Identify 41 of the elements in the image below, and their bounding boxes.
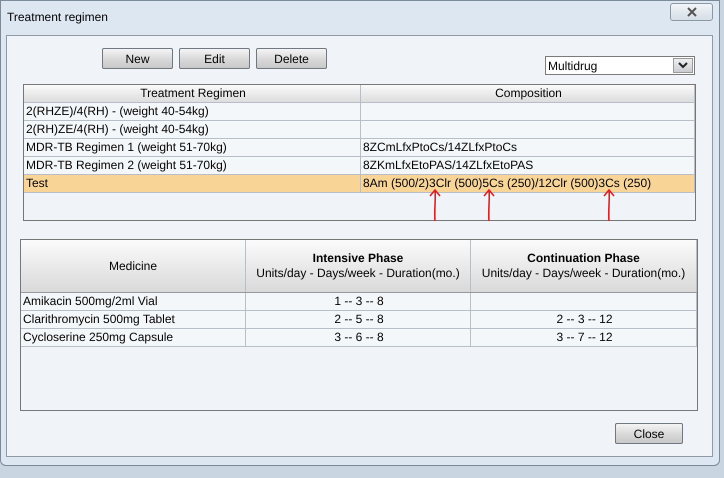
- table-cell: Test: [26, 176, 48, 190]
- table-cell: Amikacin 500mg/2ml Vial: [23, 294, 158, 308]
- window-title: Treatment regimen: [7, 10, 108, 24]
- arrow-annotation: [428, 188, 442, 222]
- table-cell: MDR-TB Regimen 2 (weight 51-70kg): [26, 158, 227, 172]
- column-header[interactable]: Medicine: [21, 240, 246, 292]
- table-cell: 2(RHZE)/4(RH) - (weight 40-54kg): [26, 104, 209, 118]
- column-header[interactable]: Composition: [361, 85, 695, 102]
- table-row[interactable]: 2(RHZE)/4(RH) - (weight 40-54kg): [24, 103, 695, 121]
- caret-icon: [678, 62, 688, 69]
- dropdown-value: Multidrug: [548, 58, 598, 72]
- table-cell: Clarithromycin 500mg Tablet: [23, 312, 175, 326]
- table-cell: 8Am (500/2)3Clr (500)5Cs (250)/12Clr (500)3Cs (250): [363, 176, 652, 190]
- close-button[interactable]: [670, 3, 713, 21]
- table-cell: 8ZCmLfxPtoCs/14ZLfxPtoCs: [363, 140, 518, 154]
- table-cell: 2 -- 3 -- 12: [556, 312, 612, 326]
- column-header[interactable]: Treatment Regimen: [24, 85, 361, 102]
- table-cell: Cycloserine 250mg Capsule: [23, 330, 174, 344]
- column-title: Intensive Phase: [312, 251, 404, 266]
- table-cell: 3 -- 7 -- 12: [556, 330, 612, 344]
- edit-button[interactable]: Edit: [179, 48, 250, 69]
- close-icon: [686, 7, 698, 17]
- arrow-annotation: [482, 188, 496, 222]
- table-cell: MDR-TB Regimen 1 (weight 51-70kg): [26, 140, 227, 154]
- column-title: Continuation Phase: [527, 251, 640, 266]
- table-cell: 1 -- 3 -- 8: [334, 294, 384, 308]
- table-cell: 8ZKmLfxEtoPAS/14ZLfxEtoPAS: [363, 158, 534, 172]
- table-row[interactable]: Test 8Am (500/2)3Clr (500)5Cs (250)/12Clr (500)3Cs (250): [24, 175, 695, 193]
- close-button[interactable]: Close: [615, 423, 683, 444]
- delete-button[interactable]: Delete: [256, 48, 327, 69]
- arrow-annotation: [602, 188, 616, 222]
- column-subtitle: Units/day - Days/week - Duration(mo.): [482, 266, 686, 281]
- table-cell: 2 -- 5 -- 8: [334, 312, 384, 326]
- new-button[interactable]: New: [102, 48, 173, 69]
- table-row[interactable]: 2(RH)ZE/4(RH) - (weight 40-54kg): [24, 121, 695, 139]
- filter-dropdown[interactable]: Multidrug: [545, 56, 695, 75]
- table-cell: 3 -- 6 -- 8: [334, 330, 384, 344]
- column-subtitle: Units/day - Days/week - Duration(mo.): [256, 266, 460, 281]
- table-cell: 2(RH)ZE/4(RH) - (weight 40-54kg): [26, 122, 209, 136]
- table-row[interactable]: MDR-TB Regimen 2 (weight 51-70kg) 8ZKmLfxEtoPAS/14ZLfxEtoPAS: [24, 157, 695, 175]
- table-row[interactable]: MDR-TB Regimen 1 (weight 51-70kg) 8ZCmLfxPtoCs/14ZLfxPtoCs: [24, 139, 695, 157]
